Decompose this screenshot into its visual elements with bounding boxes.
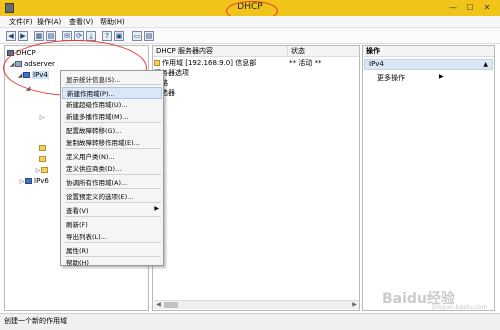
actions-section-ipv4[interactable]: IPv4 ▲	[364, 59, 493, 70]
help-icon[interactable]: ?	[102, 31, 112, 41]
context-menu: 显示统计信息(S)... 新建作用域(P)... 新建超级作用域(U)... 新…	[60, 70, 164, 267]
menu-item-export-list[interactable]: 导出列表(L)...	[66, 231, 107, 241]
console-tree-icon[interactable]: ▦	[34, 31, 44, 41]
actions-section-label: IPv4	[369, 60, 384, 68]
scroll-left-icon[interactable]: ◀	[154, 301, 163, 309]
ipv6-icon	[25, 178, 32, 184]
menu-action[interactable]: 操作(A)	[37, 17, 61, 27]
menu-item-define-user-classes[interactable]: 定义用户类(N)...	[66, 151, 115, 161]
menu-item-refresh[interactable]: 刷新(F)	[66, 219, 88, 229]
menu-item-show-statistics[interactable]: 显示统计信息(S)...	[66, 74, 120, 84]
monitor-icon[interactable]: ▭	[132, 31, 142, 41]
network-icon[interactable]: ▤	[144, 31, 154, 41]
tree-item-ipv6[interactable]: ▷ IPv6	[19, 176, 49, 186]
menu-file[interactable]: 文件(F)	[9, 17, 33, 27]
tree-folder[interactable]	[39, 143, 48, 153]
menu-divider	[65, 188, 161, 189]
folder-icon	[39, 145, 46, 151]
menu-item-configure-failover[interactable]: 配置故障转移(G)...	[66, 125, 121, 135]
forward-icon[interactable]: ▶	[18, 31, 28, 41]
menu-item-help[interactable]: 帮助(H)	[66, 257, 89, 267]
close-button[interactable]: ✕	[480, 2, 494, 13]
more-actions-item[interactable]: 更多操作 ▶	[377, 73, 444, 83]
tree-label-ipv6: IPv6	[34, 177, 49, 185]
collapse-up-icon[interactable]: ▲	[483, 60, 488, 69]
list-item-name: 作用域 [192.168.9.0] 信息部	[162, 59, 257, 67]
menu-view[interactable]: 查看(V)	[69, 17, 93, 27]
watermark-url: jingyan.baidu.com	[432, 304, 488, 311]
list-item[interactable]: 作用域 [192.168.9.0] 信息部	[154, 58, 256, 68]
maximize-button[interactable]: ☐	[463, 2, 477, 13]
list-item-status: ** 活动 **	[289, 59, 322, 67]
tree-folder[interactable]: ▷	[35, 165, 50, 175]
menu-item-define-vendor-classes[interactable]: 定义供应商类(D)...	[66, 163, 121, 173]
tree-folder[interactable]	[39, 154, 48, 164]
horizontal-scrollbar[interactable]: ◀ ▶	[154, 300, 359, 309]
menu-item-new-scope[interactable]: 新建作用域(P)...	[62, 87, 162, 99]
scope-icon	[154, 60, 160, 66]
actions-pane: 操作 IPv4 ▲ 更多操作 ▶	[362, 45, 495, 311]
menu-bar: 文件(F) 操作(A) 查看(V) 帮助(H)	[0, 16, 500, 28]
menu-item-new-multicast-scope[interactable]: 新建多播作用域(M)...	[66, 111, 128, 121]
menu-item-view[interactable]: 查看(V)	[66, 205, 89, 215]
menu-item-properties[interactable]: 属性(R)	[66, 245, 89, 255]
menu-divider	[65, 202, 161, 203]
more-actions-label: 更多操作	[377, 74, 405, 82]
tree-expander[interactable]: ▷	[39, 112, 45, 122]
list-view-icon[interactable]: ▤	[46, 31, 56, 41]
menu-help[interactable]: 帮助(H)	[100, 17, 125, 27]
menu-item-replicate-failover[interactable]: 复制故障转移作用域(E)...	[66, 137, 140, 147]
properties-icon[interactable]: ▣	[114, 31, 124, 41]
menu-item-new-superscope[interactable]: 新建超级作用域(U)...	[66, 99, 128, 109]
scroll-right-icon[interactable]: ▶	[350, 301, 359, 309]
menu-divider	[65, 216, 161, 217]
collapse-arrow-icon[interactable]: ▷	[39, 113, 45, 123]
menu-divider	[65, 148, 161, 149]
back-icon[interactable]: ◀	[6, 31, 16, 41]
menu-divider	[65, 84, 161, 85]
submenu-arrow-icon: ▶	[154, 205, 159, 212]
status-bar: 创建一个新的作用域	[0, 313, 500, 330]
folder-icon	[39, 156, 46, 162]
column-header-name[interactable]: DHCP 服务器内容	[153, 46, 287, 57]
menu-divider	[65, 122, 161, 123]
minimize-button[interactable]: —	[446, 2, 460, 13]
content-list: DHCP 服务器内容 状态 作用域 [192.168.9.0] 信息部 ** 活…	[152, 45, 360, 311]
menu-item-reconcile-scopes[interactable]: 协调所有作用域(A)...	[66, 177, 127, 187]
menu-item-set-predefined-options[interactable]: 设置预定义的选项(E)...	[66, 191, 133, 201]
menu-divider	[65, 174, 161, 175]
menu-divider	[65, 242, 161, 243]
submenu-arrow-icon: ▶	[439, 73, 444, 80]
actions-header: 操作	[363, 46, 494, 57]
scroll-thumb[interactable]	[164, 302, 178, 308]
folder-icon	[41, 167, 48, 173]
column-header-status[interactable]: 状态	[287, 46, 359, 57]
